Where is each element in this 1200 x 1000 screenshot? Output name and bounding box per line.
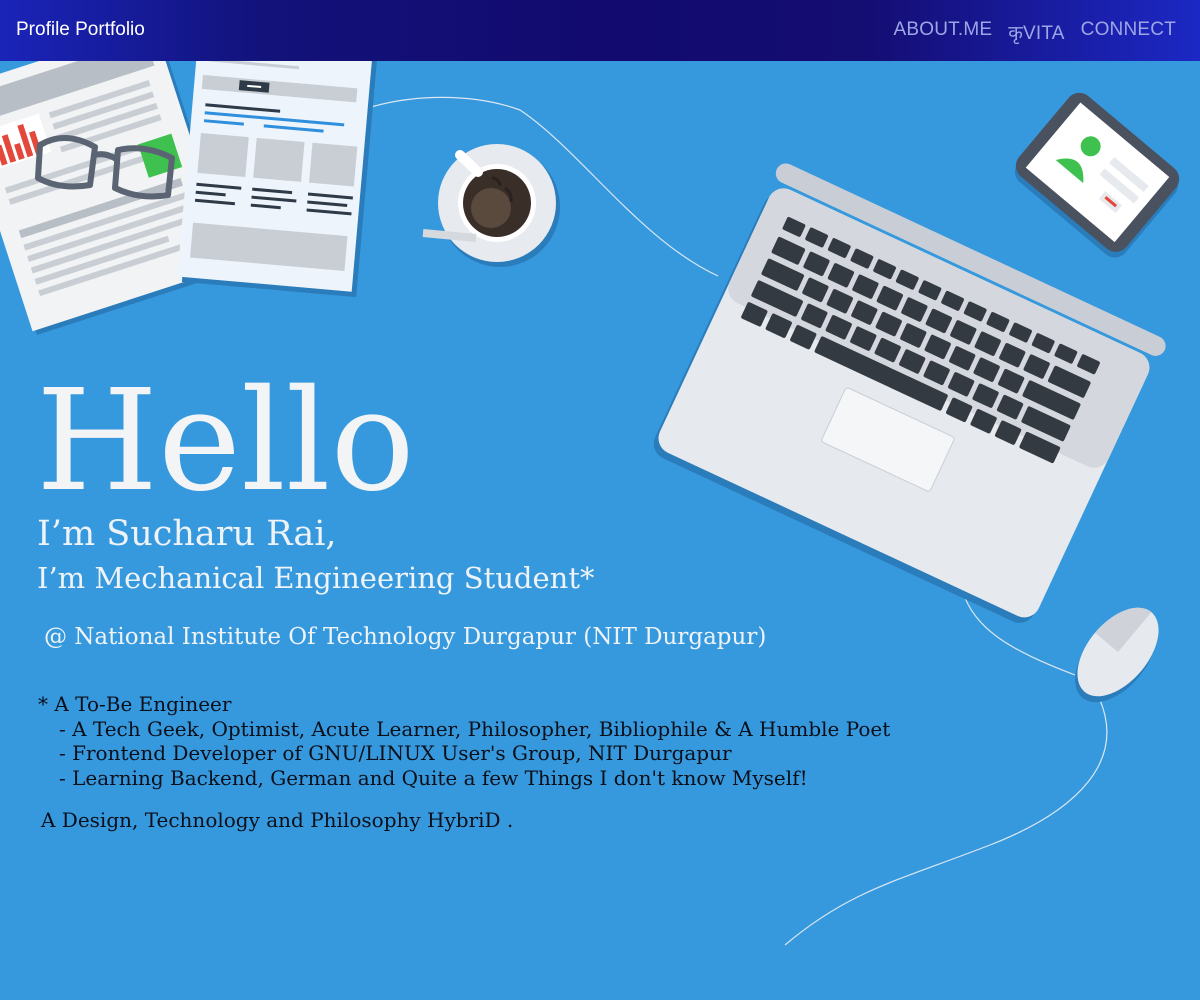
newspaper-icon (0, 61, 378, 336)
list-item: - A Tech Geek, Optimist, Acute Learner, … (59, 716, 891, 741)
smartphone-icon (1014, 92, 1180, 258)
hero-name: I’m Sucharu Rai, (37, 514, 337, 554)
navbar: Profile Portfolio ABOUT.ME कृVITA CONNEC… (0, 0, 1200, 61)
nav-kavita[interactable]: कृVITA (1008, 19, 1064, 45)
hero-tagline: A Design, Technology and Philosophy Hybr… (41, 808, 514, 832)
about-list: * A To-Be Engineer - A Tech Geek, Optimi… (38, 692, 890, 790)
nav-menu: ABOUT.ME कृVITA CONNECT (894, 19, 1177, 45)
nav-about-me[interactable]: ABOUT.ME (894, 19, 993, 45)
brand-link[interactable]: Profile Portfolio (16, 19, 145, 41)
hero-institute: @ National Institute Of Technology Durga… (44, 624, 767, 650)
mouse-icon (1075, 607, 1159, 703)
hero-greeting: Hello (36, 360, 415, 523)
nav-connect[interactable]: CONNECT (1081, 19, 1176, 45)
coffee-cup-icon (422, 144, 560, 267)
footnote-title: * A To-Be Engineer (38, 692, 232, 716)
list-item: - Learning Backend, German and Quite a f… (59, 765, 808, 790)
list-item: - Frontend Developer of GNU/LINUX User's… (59, 741, 732, 765)
hero-role: I’m Mechanical Engineering Student* (37, 561, 595, 595)
